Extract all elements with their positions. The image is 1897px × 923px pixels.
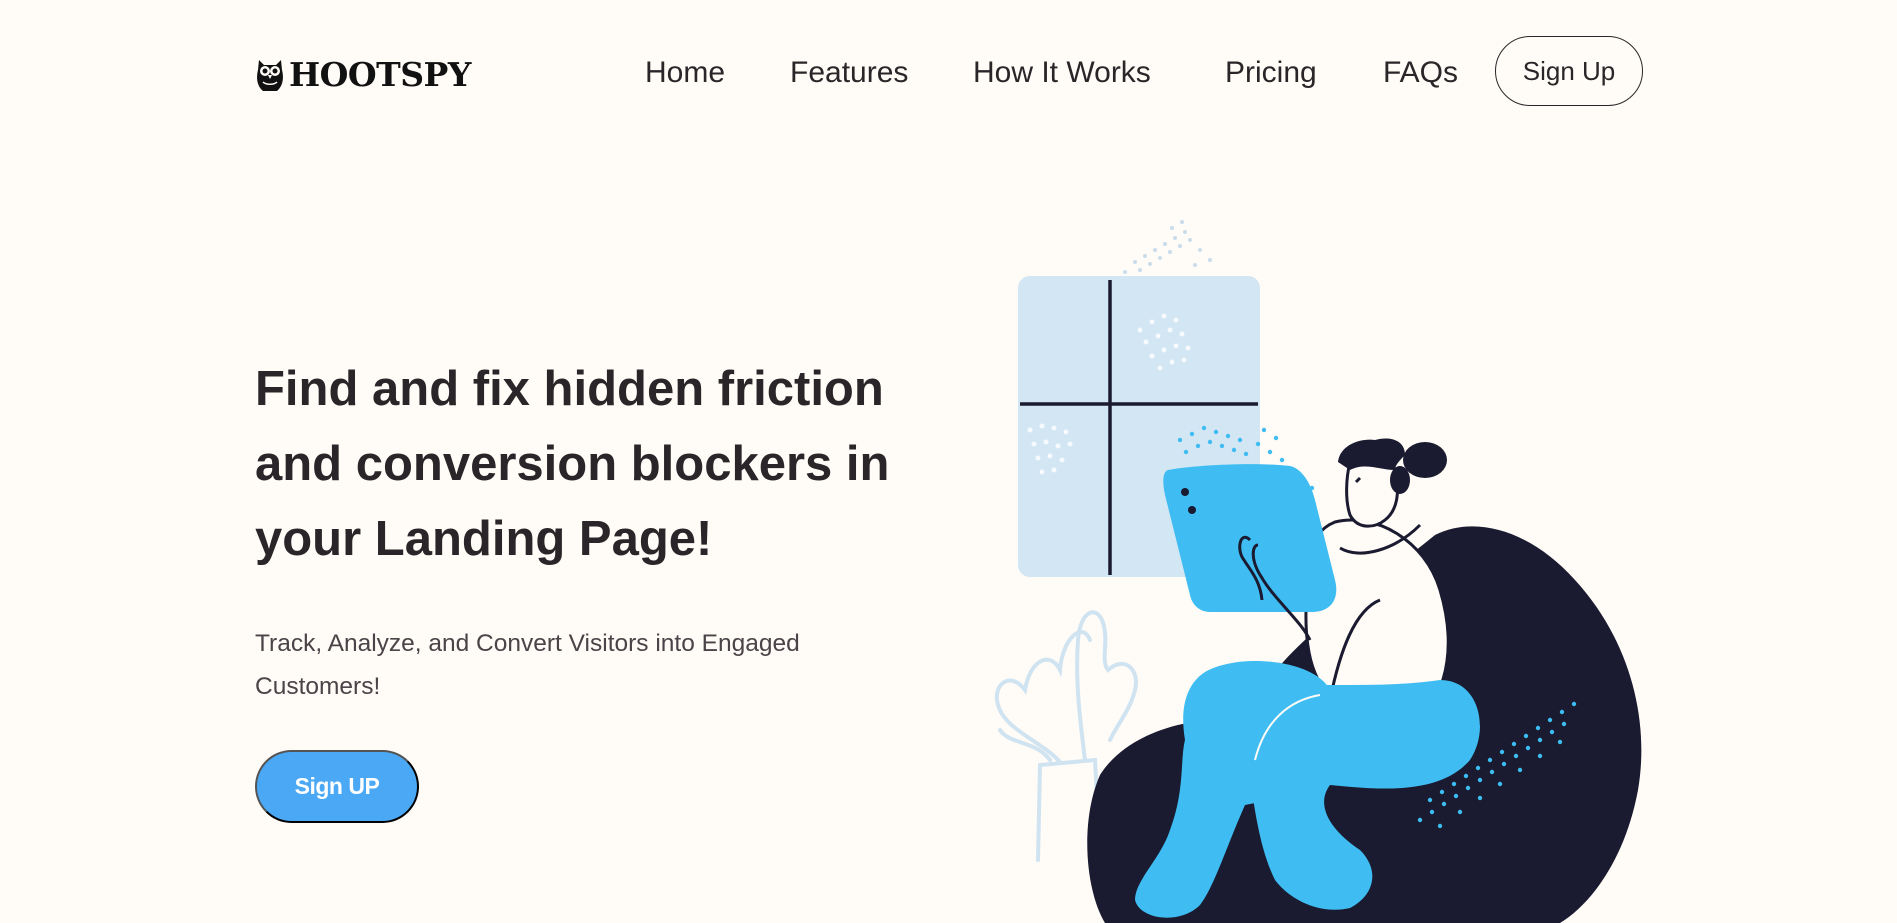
- nav-link-features[interactable]: Features: [790, 48, 908, 98]
- dots-decoration-icon: [1123, 220, 1212, 274]
- hero-title-line: and conversion blockers in: [255, 437, 890, 491]
- hero-title-line: your Landing Page!: [255, 512, 713, 566]
- nav-link-faqs[interactable]: FAQs: [1383, 48, 1458, 98]
- hero-subtitle-line: Track, Analyze, and Convert Visitors int…: [255, 630, 800, 657]
- brand-name: HOOTSPY: [289, 55, 471, 94]
- head-icon: [1338, 438, 1447, 528]
- nav-link-pricing[interactable]: Pricing: [1225, 48, 1317, 98]
- hero-title: Find and fix hidden friction and convers…: [255, 352, 975, 577]
- hero-subtitle: Track, Analyze, and Convert Visitors int…: [255, 622, 855, 708]
- hero-title-line: Find and fix hidden friction: [255, 362, 884, 416]
- woman-on-beanbag-with-tablet-illustration: [994, 220, 1642, 923]
- header-signup-button[interactable]: Sign Up: [1495, 36, 1643, 106]
- hero-signup-button[interactable]: Sign UP: [255, 750, 419, 823]
- hero-subtitle-line: Customers!: [255, 673, 381, 700]
- nav-link-home[interactable]: Home: [645, 48, 725, 98]
- site-header: HOOTSPY Home Features How It Works Prici…: [0, 0, 1897, 145]
- brand-logo[interactable]: HOOTSPY: [255, 55, 471, 95]
- nav-link-how-it-works[interactable]: How It Works: [973, 48, 1151, 98]
- owl-icon: [257, 60, 283, 91]
